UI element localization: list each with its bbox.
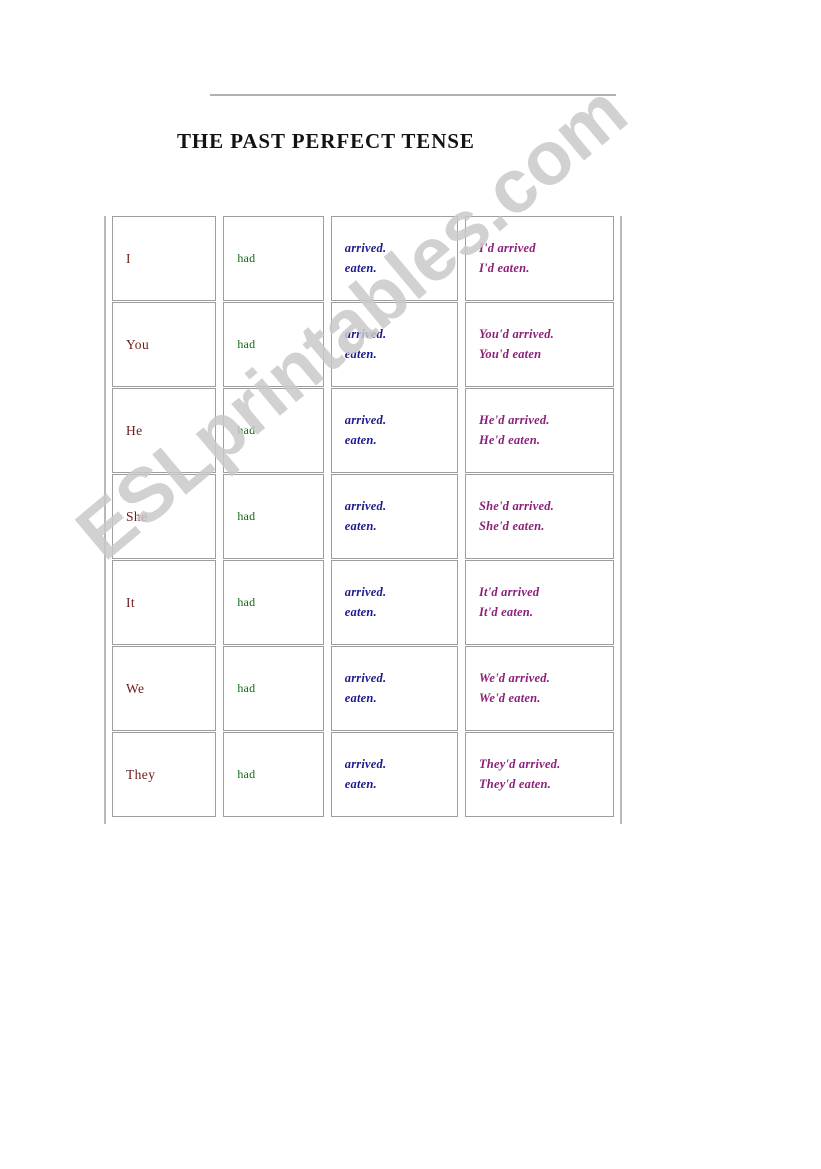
subject-text: They	[126, 766, 156, 782]
table-frame-left-rule	[104, 216, 106, 824]
verb-line-1: arrived.	[344, 241, 387, 256]
table-row: He had arrived. eaten. He'd arrived. He'…	[112, 388, 614, 474]
table-row: She had arrived. eaten. She'd arrived. S…	[112, 474, 614, 560]
cell-short-forms: I'd arrived I'd eaten.	[464, 216, 614, 301]
conjugation-grid: I had arrived. eaten. I'd arrived I'd ea…	[112, 216, 614, 818]
verb-line-2: eaten.	[344, 518, 377, 533]
short-form-line-1: You'd arrived.	[478, 327, 554, 342]
subject-text: I	[126, 250, 131, 266]
cell-auxiliary: had	[223, 474, 324, 559]
cell-verbs: arrived. eaten.	[330, 216, 458, 301]
cell-short-forms: We'd arrived. We'd eaten.	[464, 646, 614, 731]
table-row: They had arrived. eaten. They'd arrived.…	[112, 732, 614, 818]
verb-line-2: eaten.	[344, 690, 377, 705]
conjugation-table: I had arrived. eaten. I'd arrived I'd ea…	[104, 216, 622, 824]
auxiliary-text: had	[237, 681, 256, 695]
header-divider-rule	[210, 94, 616, 96]
auxiliary-text: had	[237, 423, 256, 437]
cell-auxiliary: had	[223, 302, 324, 387]
short-form-line-1: It'd arrived	[478, 585, 540, 600]
cell-auxiliary: had	[223, 216, 324, 301]
table-row: I had arrived. eaten. I'd arrived I'd ea…	[112, 216, 614, 302]
short-form-line-2: We'd eaten.	[478, 690, 541, 705]
cell-auxiliary: had	[223, 560, 324, 645]
short-form-line-2: I'd eaten.	[478, 260, 530, 275]
cell-short-forms: She'd arrived. She'd eaten.	[464, 474, 614, 559]
short-form-line-1: We'd arrived.	[478, 671, 551, 686]
worksheet-page: THE PAST PERFECT TENSE I had arrived. ea…	[0, 0, 821, 1169]
subject-text: He	[126, 422, 143, 438]
auxiliary-text: had	[237, 767, 256, 781]
subject-text: She	[126, 508, 148, 524]
verb-line-1: arrived.	[344, 327, 387, 342]
verb-line-1: arrived.	[344, 757, 387, 772]
cell-auxiliary: had	[223, 732, 324, 817]
cell-subject: It	[112, 560, 217, 645]
cell-subject: I	[112, 216, 217, 301]
cell-subject: He	[112, 388, 217, 473]
short-form-line-2: It'd eaten.	[478, 604, 534, 619]
auxiliary-text: had	[237, 337, 256, 351]
cell-subject: They	[112, 732, 217, 817]
short-form-line-1: I'd arrived	[478, 241, 536, 256]
verb-line-1: arrived.	[344, 585, 387, 600]
short-form-line-2: They'd eaten.	[478, 776, 551, 791]
page-title: THE PAST PERFECT TENSE	[177, 129, 475, 154]
verb-line-2: eaten.	[344, 604, 377, 619]
verb-line-1: arrived.	[344, 413, 387, 428]
cell-subject: We	[112, 646, 217, 731]
verb-line-1: arrived.	[344, 671, 387, 686]
subject-text: You	[126, 336, 150, 352]
short-form-line-2: You'd eaten	[478, 346, 542, 361]
auxiliary-text: had	[237, 251, 256, 265]
short-form-line-2: She'd eaten.	[478, 518, 545, 533]
cell-subject: She	[112, 474, 217, 559]
cell-short-forms: He'd arrived. He'd eaten.	[464, 388, 614, 473]
verb-line-2: eaten.	[344, 776, 377, 791]
cell-short-forms: You'd arrived. You'd eaten	[464, 302, 614, 387]
short-form-line-1: They'd arrived.	[478, 757, 561, 772]
verb-line-2: eaten.	[344, 346, 377, 361]
cell-short-forms: They'd arrived. They'd eaten.	[464, 732, 614, 817]
cell-verbs: arrived. eaten.	[330, 302, 458, 387]
cell-verbs: arrived. eaten.	[330, 646, 458, 731]
short-form-line-1: He'd arrived.	[478, 413, 550, 428]
auxiliary-text: had	[237, 509, 256, 523]
auxiliary-text: had	[237, 595, 256, 609]
verb-line-1: arrived.	[344, 499, 387, 514]
subject-text: It	[126, 594, 136, 610]
table-frame-right-rule	[620, 216, 622, 824]
cell-verbs: arrived. eaten.	[330, 388, 458, 473]
cell-verbs: arrived. eaten.	[330, 474, 458, 559]
cell-subject: You	[112, 302, 217, 387]
cell-short-forms: It'd arrived It'd eaten.	[464, 560, 614, 645]
cell-auxiliary: had	[223, 388, 324, 473]
verb-line-2: eaten.	[344, 260, 377, 275]
short-form-line-1: She'd arrived.	[478, 499, 554, 514]
verb-line-2: eaten.	[344, 432, 377, 447]
subject-text: We	[126, 680, 145, 696]
cell-verbs: arrived. eaten.	[330, 732, 458, 817]
cell-auxiliary: had	[223, 646, 324, 731]
short-form-line-2: He'd eaten.	[478, 432, 541, 447]
table-row: You had arrived. eaten. You'd arrived. Y…	[112, 302, 614, 388]
table-row: It had arrived. eaten. It'd arrived It'd…	[112, 560, 614, 646]
cell-verbs: arrived. eaten.	[330, 560, 458, 645]
table-row: We had arrived. eaten. We'd arrived. We'…	[112, 646, 614, 732]
